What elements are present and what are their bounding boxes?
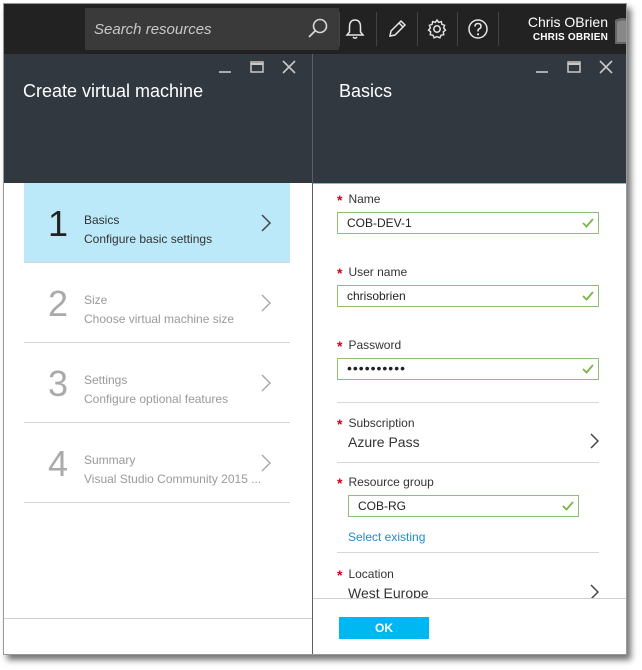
chevron-right-icon: [590, 433, 599, 449]
required-marker: *: [337, 475, 343, 491]
user-name: Chris OBrien: [527, 14, 608, 30]
chevron-right-icon: [590, 584, 599, 598]
wizard-steps: 1 Basics Configure basic settings 2 Size…: [24, 183, 290, 503]
search-input[interactable]: [85, 20, 295, 38]
maximize-icon[interactable]: [250, 60, 264, 74]
blade-title: Basics: [339, 81, 393, 101]
password-input[interactable]: ••••••••••: [337, 358, 599, 380]
bell-icon: [345, 19, 365, 39]
maximize-icon[interactable]: [567, 60, 581, 74]
step-subtitle: Configure basic settings: [84, 232, 213, 246]
pencil-icon: [389, 19, 407, 37]
step-basics[interactable]: 1 Basics Configure basic settings: [24, 183, 290, 263]
location-selector[interactable]: * Location West Europe: [337, 565, 599, 598]
name-input[interactable]: COB-DEV-1: [337, 212, 599, 234]
select-existing-link[interactable]: Select existing: [348, 530, 425, 544]
window-controls: [218, 60, 296, 74]
toolbar-divider: [498, 12, 499, 46]
search-box[interactable]: [85, 8, 339, 50]
step-title: Size: [84, 293, 108, 307]
resource-group-input[interactable]: COB-RG: [348, 495, 579, 517]
ok-button[interactable]: OK: [339, 617, 429, 639]
gear-icon: [427, 18, 447, 39]
step-size[interactable]: 2 Size Choose virtual machine size: [24, 263, 290, 343]
avatar-icon[interactable]: [613, 14, 627, 48]
password-label: * Password: [337, 338, 402, 354]
checkmark-icon: [582, 218, 594, 228]
help-button[interactable]: [458, 8, 498, 50]
close-icon[interactable]: [599, 60, 613, 74]
step-title: Summary: [84, 453, 136, 467]
required-marker: *: [337, 567, 343, 583]
step-title: Basics: [84, 213, 120, 227]
username-input[interactable]: chrisobrien: [337, 285, 599, 307]
help-icon: [468, 19, 488, 39]
step-number: 4: [48, 443, 69, 484]
step-number: 1: [48, 203, 69, 244]
divider: [337, 402, 599, 403]
chevron-right-icon: [261, 374, 272, 392]
portal-window: Chris OBrien CHRIS OBRIEN Create virtual…: [3, 3, 627, 655]
required-marker: *: [337, 416, 343, 432]
edit-button[interactable]: [377, 8, 417, 50]
step-number: 3: [48, 363, 69, 404]
minimize-icon[interactable]: [218, 60, 232, 74]
username-label: * User name: [337, 265, 408, 281]
search-icon[interactable]: [307, 18, 329, 40]
blade-title: Create virtual machine: [23, 81, 204, 101]
top-bar: Chris OBrien CHRIS OBRIEN: [4, 4, 627, 54]
required-marker: *: [337, 338, 343, 354]
step-summary[interactable]: 4 Summary Visual Studio Community 2015 .…: [24, 423, 290, 503]
step-number: 2: [48, 283, 69, 324]
step-subtitle: Choose virtual machine size: [84, 312, 235, 326]
checkmark-icon: [562, 501, 574, 511]
notifications-button[interactable]: [335, 8, 375, 50]
step-subtitle: Configure optional features: [84, 392, 229, 406]
step-settings[interactable]: 3 Settings Configure optional features: [24, 343, 290, 423]
name-field: * Name COB-DEV-1: [337, 190, 599, 234]
chevron-right-icon: [261, 294, 272, 312]
user-menu[interactable]: Chris OBrien CHRIS OBRIEN: [512, 14, 608, 43]
window-controls: [535, 60, 613, 74]
divider: [337, 462, 599, 463]
divider: [337, 552, 599, 553]
name-label: * Name: [337, 192, 381, 208]
step-title: Settings: [84, 373, 128, 387]
minimize-icon[interactable]: [535, 60, 549, 74]
resource-group-label: * Resource group: [337, 475, 434, 491]
divider: [4, 618, 312, 619]
required-marker: *: [337, 265, 343, 281]
user-account: CHRIS OBRIEN: [532, 32, 608, 43]
chevron-right-icon: [261, 454, 272, 472]
subscription-label: * Subscription: [337, 416, 415, 432]
checkmark-icon: [582, 291, 594, 301]
basics-form: * Name COB-DEV-1 * User name chrisobrien *…: [313, 183, 626, 598]
settings-button[interactable]: [417, 8, 457, 50]
password-field: * Password ••••••••••: [337, 336, 599, 380]
username-field: * User name chrisobrien: [337, 263, 599, 307]
chevron-right-icon: [261, 214, 272, 232]
checkmark-icon: [582, 364, 594, 374]
step-subtitle: Visual Studio Community 2015 ...: [84, 472, 262, 486]
resource-group-field: * Resource group COB-RG: [337, 473, 599, 517]
subscription-value: Azure Pass: [348, 434, 420, 450]
basics-blade-header: Basics: [313, 54, 626, 183]
create-vm-blade-header: Create virtual machine: [4, 54, 312, 183]
required-marker: *: [337, 192, 343, 208]
divider: [313, 598, 626, 599]
location-value: West Europe: [348, 585, 429, 598]
location-label: * Location: [337, 567, 394, 583]
close-icon[interactable]: [282, 60, 296, 74]
subscription-selector[interactable]: * Subscription Azure Pass: [337, 414, 599, 450]
